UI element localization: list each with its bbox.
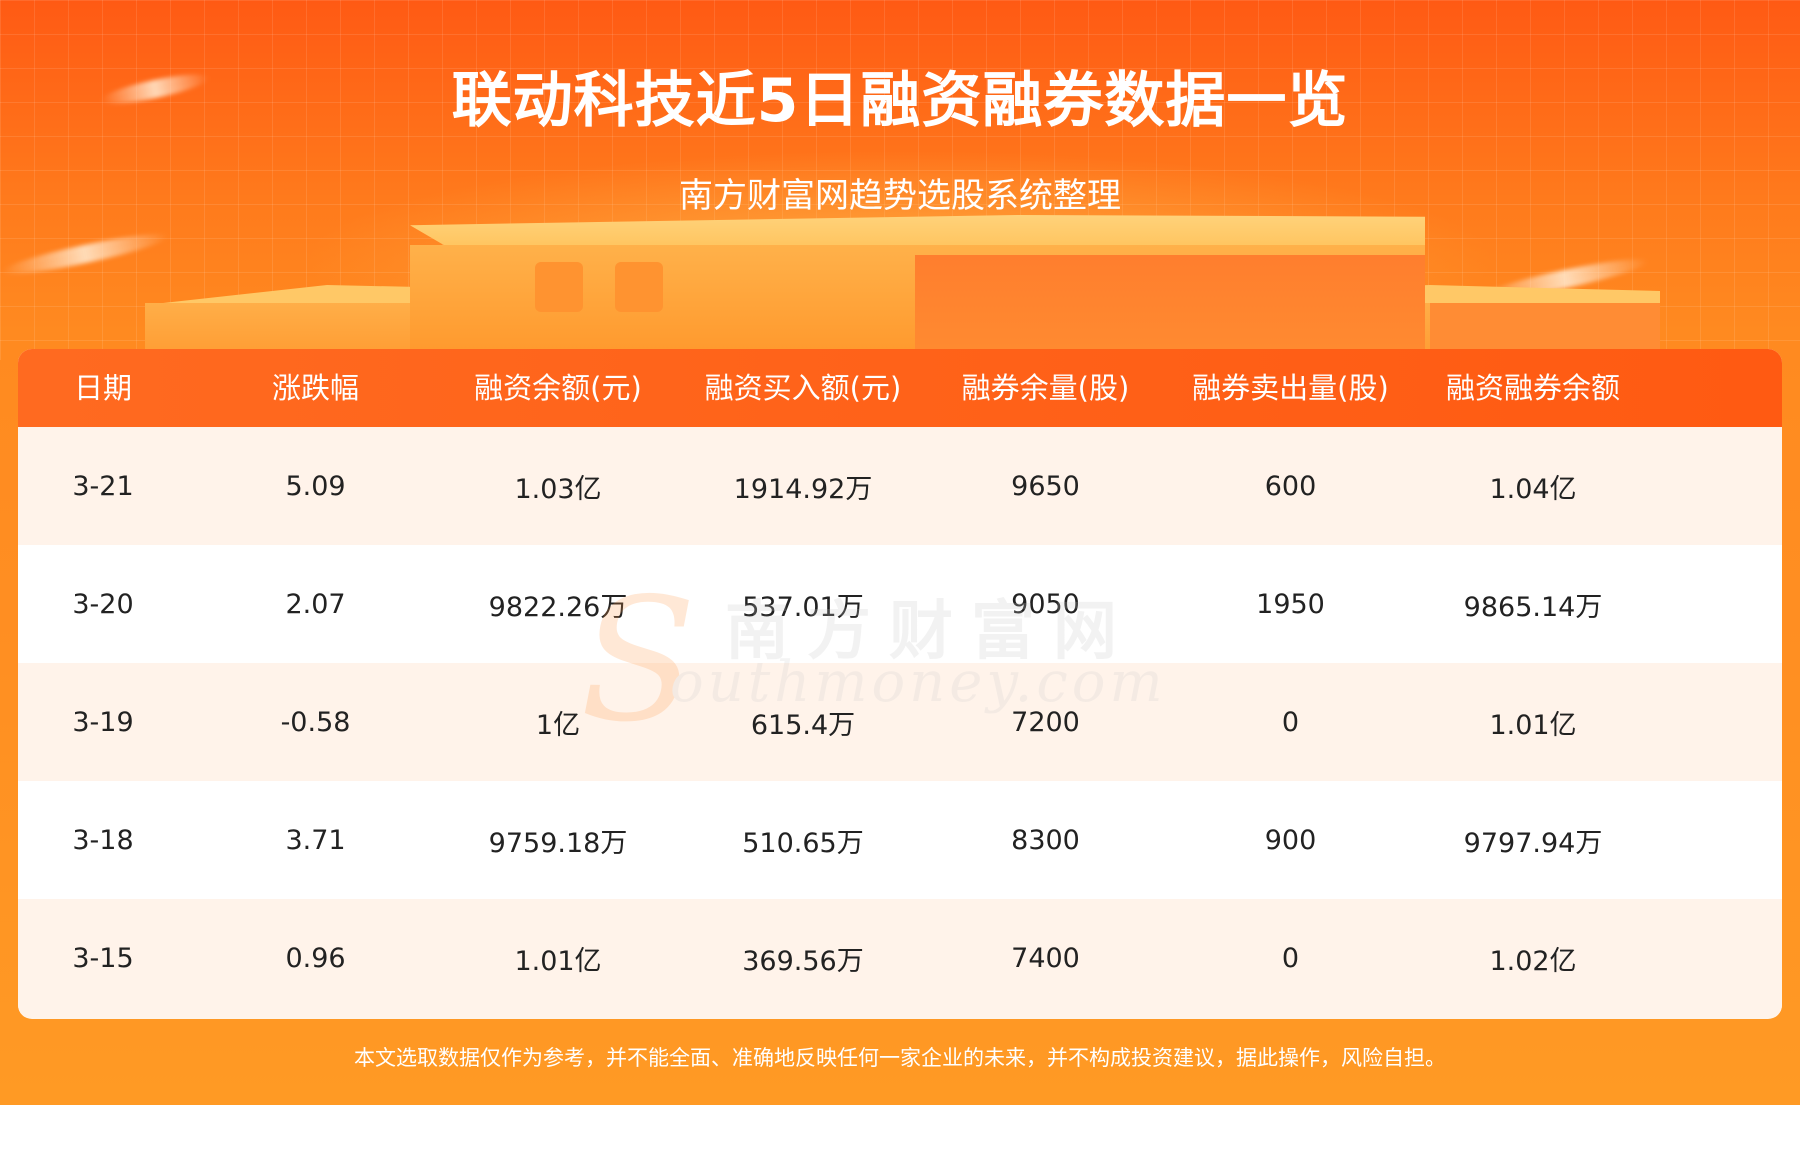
table-row: 3-19 -0.58 1亿 615.4万 7200 0 1.01亿	[18, 663, 1782, 781]
cell-date: 3-19	[72, 706, 134, 738]
cell-short-remaining: 8300	[1011, 824, 1080, 856]
cell-financing-buy: 537.01万	[742, 591, 864, 623]
cell-short-sold: 0	[1281, 942, 1300, 974]
cell-short-remaining: 7200	[1011, 706, 1080, 738]
header-short-remaining: 融券余量(股)	[961, 371, 1130, 405]
cell-total-balance: 1.04亿	[1489, 473, 1577, 505]
cell-change: 5.09	[285, 470, 346, 502]
cell-short-remaining: 9650	[1011, 470, 1080, 502]
cell-financing-balance: 9759.18万	[488, 827, 628, 859]
table-header: 日期 涨跌幅 融资余额(元) 融资买入额(元) 融券余量(股) 融券卖出量(股)…	[18, 349, 1782, 483]
cell-change: 3.71	[285, 824, 346, 856]
cell-date: 3-15	[72, 942, 134, 974]
header-financing-balance: 融资余额(元)	[474, 371, 642, 405]
cell-total-balance: 9865.14万	[1463, 591, 1603, 623]
cell-short-remaining: 7400	[1011, 942, 1080, 974]
banner-background: 联动科技近5日融资融券数据一览 南方财富网趋势选股系统整理 日期 涨跌幅 融资余…	[0, 0, 1800, 1105]
header-total-balance: 融资融券余额(元)	[1445, 371, 1620, 483]
cell-date: 3-20	[72, 588, 134, 620]
cell-total-balance: 9797.94万	[1463, 827, 1603, 859]
header-change: 涨跌幅	[271, 371, 359, 405]
cell-financing-buy: 615.4万	[750, 709, 856, 741]
cell-change: 0.96	[285, 942, 346, 974]
cell-financing-buy: 510.65万	[742, 827, 864, 859]
cell-short-sold: 900	[1264, 824, 1317, 856]
table-row: 3-15 0.96 1.01亿 369.56万 7400 0 1.02亿	[18, 899, 1782, 1017]
cell-financing-balance: 1.01亿	[514, 945, 602, 977]
cell-total-balance: 1.02亿	[1489, 945, 1577, 977]
cell-short-sold: 600	[1264, 470, 1317, 502]
table-row: 3-21 5.09 1.03亿 1914.92万 9650 600 1.04亿	[18, 427, 1782, 545]
cell-short-sold: 0	[1281, 706, 1300, 738]
cell-date: 3-18	[72, 824, 134, 856]
cell-total-balance: 1.01亿	[1489, 709, 1577, 741]
cell-financing-buy: 369.56万	[742, 945, 864, 977]
header-financing-buy: 融资买入额(元)	[704, 371, 902, 405]
platform-notch-decoration	[615, 262, 663, 312]
disclaimer-footer: 本文选取数据仅作为参考，并不能全面、准确地反映任何一家企业的未来，并不构成投资建…	[354, 1046, 1446, 1070]
cell-financing-buy: 1914.92万	[733, 473, 873, 505]
cell-financing-balance: 9822.26万	[488, 591, 628, 623]
header-date: 日期	[73, 371, 132, 405]
cell-short-remaining: 9050	[1011, 588, 1080, 620]
table-row: 3-18 3.71 9759.18万 510.65万 8300 900 9797…	[18, 781, 1782, 899]
cell-financing-balance: 1亿	[535, 709, 581, 741]
header-short-sold: 融券卖出量(股)	[1192, 371, 1389, 405]
platform-notch-decoration	[535, 262, 583, 312]
cell-change: 2.07	[285, 588, 346, 620]
cell-financing-balance: 1.03亿	[514, 473, 602, 505]
margin-trading-table: 日期 涨跌幅 融资余额(元) 融资买入额(元) 融券余量(股) 融券卖出量(股)…	[18, 349, 1782, 1019]
page-subtitle: 南方财富网趋势选股系统整理	[679, 176, 1121, 216]
cell-short-sold: 1950	[1256, 588, 1325, 620]
cell-change: -0.58	[280, 706, 351, 738]
cell-date: 3-21	[72, 470, 134, 502]
table-row: 3-20 2.07 9822.26万 537.01万 9050 1950 986…	[18, 545, 1782, 663]
page-title: 联动科技近5日融资融券数据一览	[451, 66, 1349, 136]
